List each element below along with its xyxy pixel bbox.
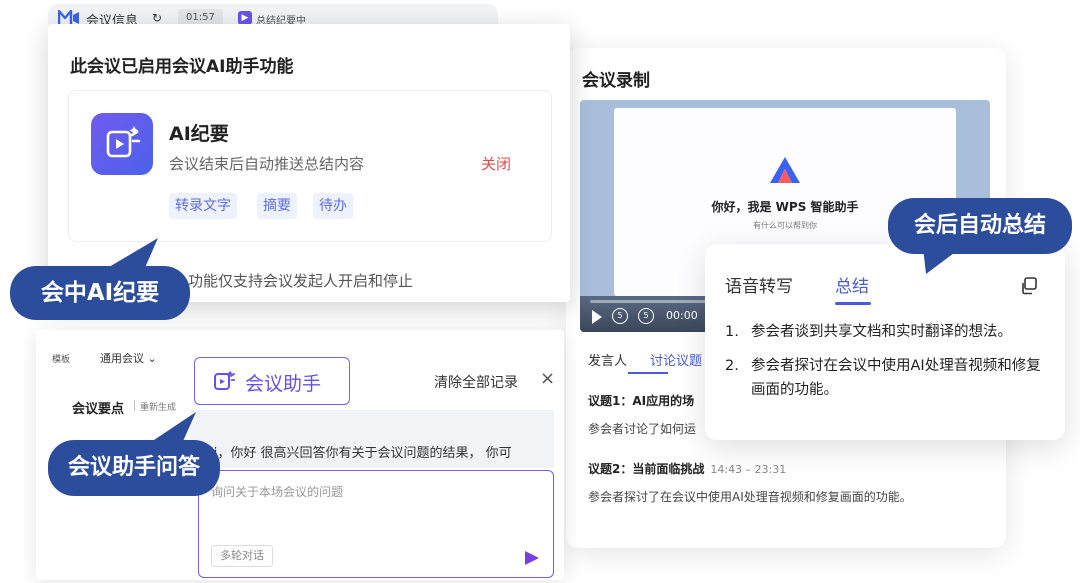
chevron-down-icon: ⌄ <box>147 352 157 365</box>
summary-item: 2. 参会者探讨在会议中使用AI处理音视频和修复画面的功能。 <box>725 358 1041 398</box>
summary-item: 1. 参会者谈到共享文档和实时翻译的想法。 <box>725 324 1012 340</box>
assistant-icon <box>214 370 235 390</box>
callout-qa: 会议助手问答 <box>48 440 220 496</box>
active-tab-indicator <box>628 372 668 374</box>
ai-record-icon: ▶ <box>238 11 252 25</box>
video-time: 00:00 <box>666 309 698 322</box>
summary-card: 语音转写 总结 1. 参会者谈到共享文档和实时翻译的想法。 2. 参会者探讨在会… <box>705 244 1065 440</box>
close-icon[interactable]: × <box>540 368 555 389</box>
template-label: 模板 <box>52 355 71 365</box>
callout-post-meeting: 会后自动总结 <box>888 198 1072 254</box>
question-input[interactable]: 询问关于本场会议的问题 多轮对话 <box>198 470 554 578</box>
summary-list: 1. 参会者谈到共享文档和实时翻译的想法。 2. 参会者探讨在会议中使用AI处理… <box>725 320 1055 412</box>
dialog-title: 此会议已启用会议AI助手功能 <box>70 57 294 77</box>
meeting-assistant-button[interactable]: 会议助手 <box>194 357 350 405</box>
copy-icon[interactable] <box>1019 276 1039 296</box>
dialog-note: 功能仅支持会议发起人开启和停止 <box>188 272 414 290</box>
tab-transcription[interactable]: 语音转写 <box>725 272 793 297</box>
chip-abstract: 摘要 <box>257 193 297 219</box>
clear-all-button[interactable]: 清除全部记录 <box>434 372 518 392</box>
tab-speaker[interactable]: 发言人 <box>588 350 627 369</box>
summary-tab-indicator <box>835 302 871 305</box>
recording-title: 会议录制 <box>582 71 650 91</box>
topic-2-title: 议题2：当前面临挑战 14:43 – 23:31 <box>588 462 787 476</box>
chip-transcript: 转录文字 <box>169 193 237 219</box>
topic-1-desc: 参会者讨论了如何运 <box>588 422 697 436</box>
assistant-message: Hi，你好 很高兴回答你有关于会议问题的结果， 你可 <box>204 446 512 461</box>
multi-turn-chip[interactable]: 多轮对话 <box>211 545 273 567</box>
chip-todo: 待办 <box>313 193 353 219</box>
topic-1-title: 议题1：AI应用的场 <box>588 394 695 408</box>
topic-2-desc: 参会者探讨了在会议中使用AI处理音视频和修复画面的功能。 <box>588 490 912 504</box>
wps-logo-icon <box>770 157 800 183</box>
close-ai-button[interactable]: 关闭 <box>481 153 511 174</box>
send-icon[interactable] <box>525 551 539 565</box>
ai-summary-title: AI纪要 <box>169 123 229 145</box>
assistant-label: 会议助手 <box>245 373 322 395</box>
topic-2-time: 14:43 – 23:31 <box>710 463 787 476</box>
template-select[interactable]: 通用会议 ⌄ <box>100 350 157 366</box>
key-points-title: 会议要点 <box>72 402 125 417</box>
rewind-icon[interactable]: 5 <box>612 308 628 324</box>
refresh-icon[interactable]: ↻ <box>152 11 162 25</box>
ai-summary-icon <box>91 113 153 175</box>
ai-summary-card: AI纪要 会议结束后自动推送总结内容 关闭 转录文字 摘要 待办 <box>68 90 552 242</box>
ai-summary-desc: 会议结束后自动推送总结内容 <box>169 155 365 173</box>
divider <box>134 400 135 411</box>
play-icon[interactable] <box>592 310 602 324</box>
input-placeholder: 询问关于本场会议的问题 <box>211 485 344 499</box>
tab-topics[interactable]: 讨论议题 <box>650 350 702 369</box>
tab-summary[interactable]: 总结 <box>835 272 869 297</box>
forward-icon[interactable]: 5 <box>638 308 654 324</box>
callout-in-meeting: 会中AI纪要 <box>10 266 190 320</box>
